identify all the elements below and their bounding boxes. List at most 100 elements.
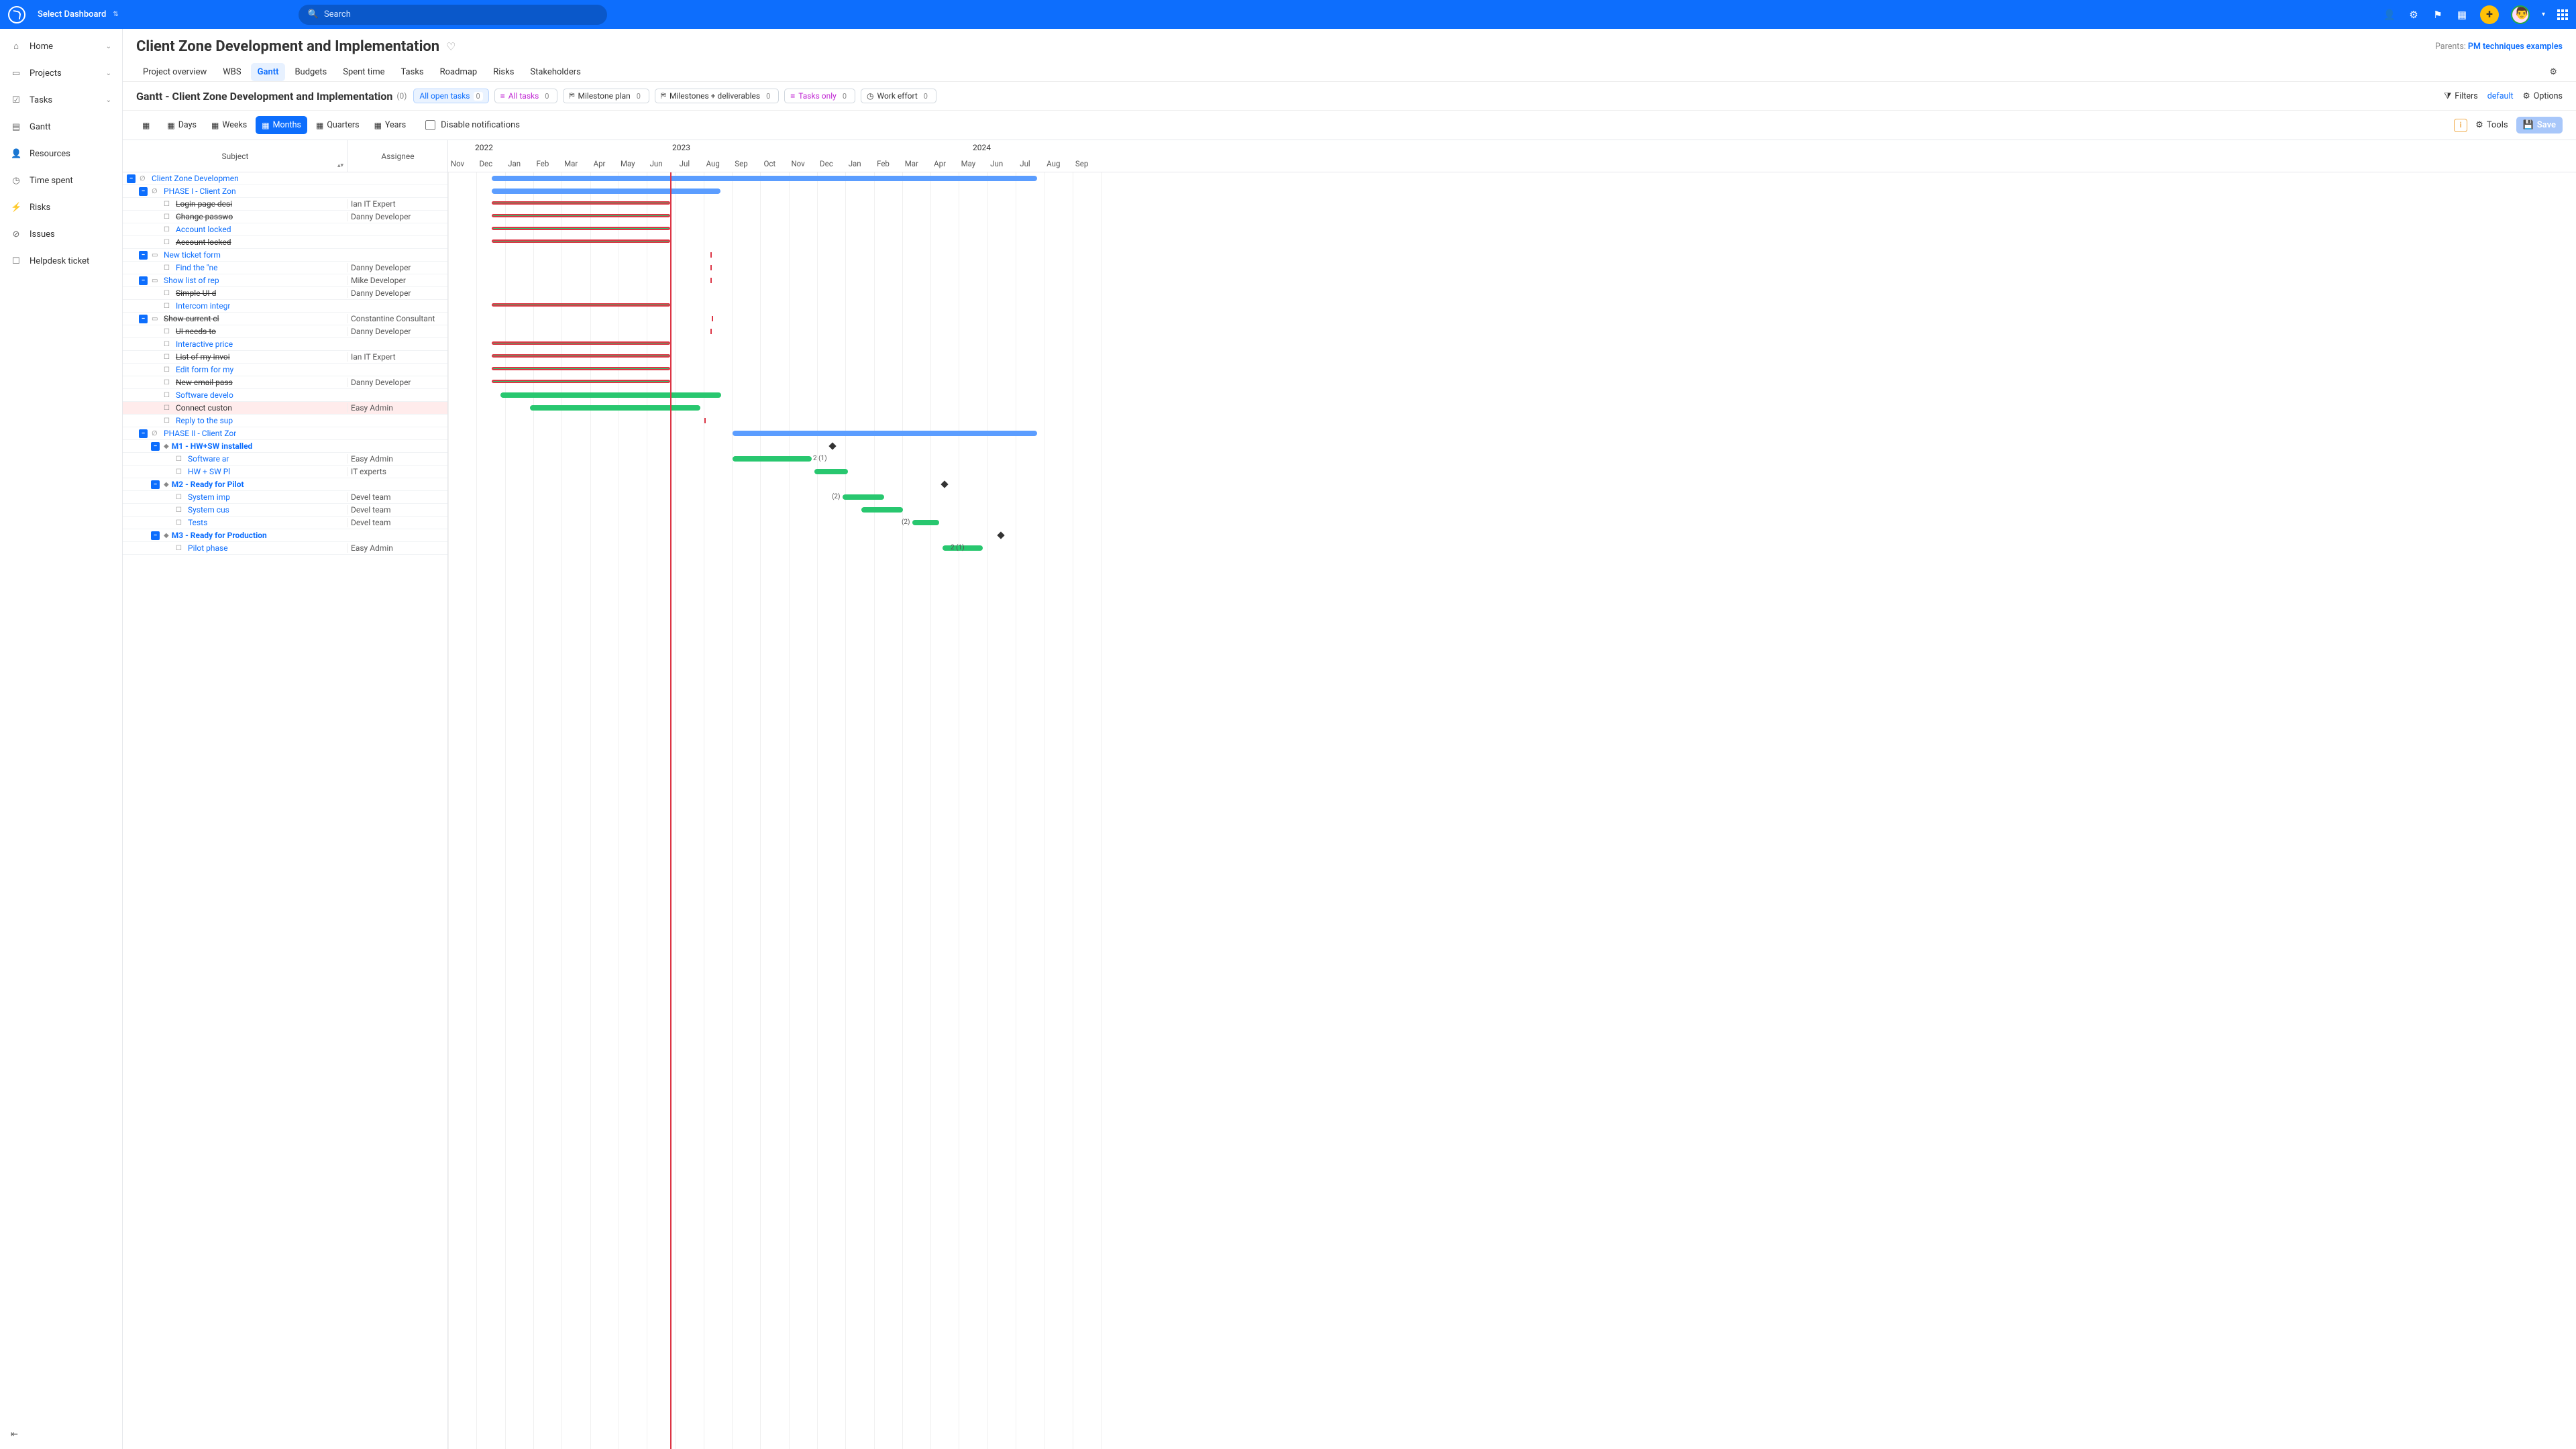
table-row[interactable]: ☐System cusDevel team xyxy=(123,504,447,517)
filter-chip[interactable]: All tasks0 xyxy=(494,89,558,103)
row-name[interactable]: System cus xyxy=(188,505,229,515)
table-row[interactable]: ☐Connect custonEasy Admin xyxy=(123,402,447,415)
table-row[interactable]: ☐Reply to the sup xyxy=(123,415,447,427)
table-row[interactable]: ☐Find the "neDanny Developer xyxy=(123,262,447,274)
row-name[interactable]: M1 - HW+SW installed xyxy=(172,441,253,451)
save-button[interactable]: 💾Save xyxy=(2516,117,2563,133)
default-link[interactable]: default xyxy=(2487,91,2514,101)
table-row[interactable]: −∅PHASE I - Client Zon xyxy=(123,185,447,198)
table-row[interactable]: −▭Show current clConstantine Consultant xyxy=(123,313,447,325)
tab-stakeholders[interactable]: Stakeholders xyxy=(523,63,587,81)
expand-toggle[interactable]: − xyxy=(151,442,160,451)
table-row[interactable]: −▭New ticket form xyxy=(123,249,447,262)
gantt-bar[interactable] xyxy=(912,520,939,525)
tab-budgets[interactable]: Budgets xyxy=(288,63,333,81)
zoom-weeks[interactable]: ▦Weeks xyxy=(205,116,253,134)
milestone-diamond[interactable] xyxy=(941,480,948,488)
table-row[interactable]: ☐Intercom integr xyxy=(123,300,447,313)
sort-icon[interactable]: ▴▾ xyxy=(337,162,343,169)
sidebar-item-helpdesk-ticket[interactable]: ☐Helpdesk ticket xyxy=(0,248,122,274)
gantt-bar[interactable] xyxy=(861,507,903,513)
table-row[interactable]: −∅PHASE II - Client Zor xyxy=(123,427,447,440)
row-name[interactable]: Edit form for my xyxy=(176,365,233,374)
row-name[interactable]: Interactive price xyxy=(176,339,233,349)
gantt-timeline[interactable]: 202220232024 NovDecJanFebMarAprMayJunJul… xyxy=(448,140,2576,1449)
table-row[interactable]: ☐Simple UI dDanny Developer xyxy=(123,287,447,300)
row-name[interactable]: Change passwo xyxy=(176,212,233,221)
table-row[interactable]: −◆M2 - Ready for Pilot xyxy=(123,478,447,491)
row-name[interactable]: M3 - Ready for Production xyxy=(172,531,267,540)
options-button[interactable]: ⚙Options xyxy=(2523,91,2563,101)
expand-toggle[interactable]: − xyxy=(139,251,148,260)
sidebar-item-issues[interactable]: ⊘Issues xyxy=(0,221,122,248)
expand-toggle[interactable]: − xyxy=(127,174,136,183)
avatar[interactable] xyxy=(2511,5,2530,24)
parents-link[interactable]: PM techniques examples xyxy=(2468,42,2563,52)
gantt-bar[interactable] xyxy=(492,176,1037,181)
milestone-diamond[interactable] xyxy=(997,531,1004,539)
expand-toggle[interactable]: − xyxy=(139,315,148,323)
expand-toggle[interactable]: − xyxy=(139,187,148,196)
table-row[interactable]: ☐Software develo xyxy=(123,389,447,402)
gantt-bar[interactable] xyxy=(492,189,720,194)
gantt-bar[interactable] xyxy=(530,405,700,411)
table-row[interactable]: ☐Login page desiIan IT Expert xyxy=(123,198,447,211)
sidebar-item-resources[interactable]: 👤Resources xyxy=(0,140,122,167)
zoom-years[interactable]: ▦Years xyxy=(368,116,413,134)
zoom-days[interactable]: ▦Days xyxy=(161,116,203,134)
table-row[interactable]: −▭Show list of repMike Developer xyxy=(123,274,447,287)
sliders-icon[interactable]: ⚙ xyxy=(2408,9,2420,21)
assignee-header[interactable]: Assignee xyxy=(381,152,414,161)
sidebar-item-home[interactable]: ⌂Home⌄ xyxy=(0,33,122,60)
sidebar-item-gantt[interactable]: ▤Gantt xyxy=(0,113,122,140)
zoom-months[interactable]: ▦Months xyxy=(256,116,307,134)
expand-toggle[interactable]: − xyxy=(151,531,160,540)
gantt-bar[interactable] xyxy=(492,367,670,370)
table-row[interactable]: ☐TestsDevel team xyxy=(123,517,447,529)
chevron-down-icon[interactable]: ▾ xyxy=(2542,11,2545,18)
app-logo[interactable] xyxy=(8,6,25,23)
row-name[interactable]: PHASE II - Client Zor xyxy=(164,429,236,438)
row-name[interactable]: HW + SW Pl xyxy=(188,467,230,476)
row-name[interactable]: Tests xyxy=(188,518,207,527)
tab-roadmap[interactable]: Roadmap xyxy=(433,63,484,81)
row-name[interactable]: Pilot phase xyxy=(188,543,228,553)
table-row[interactable]: ☐System impDevel team xyxy=(123,491,447,504)
table-row[interactable]: ☐List of my invoiIan IT Expert xyxy=(123,351,447,364)
table-row[interactable]: ☐New email passDanny Developer xyxy=(123,376,447,389)
row-name[interactable]: Login page desi xyxy=(176,199,232,209)
row-name[interactable]: M2 - Ready for Pilot xyxy=(172,480,244,489)
subject-header[interactable]: Subject xyxy=(222,152,249,161)
table-row[interactable]: ☐Account locked xyxy=(123,223,447,236)
filter-chip[interactable]: All open tasks0 xyxy=(413,89,488,103)
row-name[interactable]: UI needs to xyxy=(176,327,216,336)
gantt-bar[interactable] xyxy=(492,341,670,345)
sidebar-item-tasks[interactable]: ☑Tasks⌄ xyxy=(0,87,122,113)
heart-icon[interactable]: ♡ xyxy=(446,40,455,53)
filters-button[interactable]: ⧩Filters xyxy=(2444,91,2478,101)
table-row[interactable]: ☐Change passwoDanny Developer xyxy=(123,211,447,223)
gantt-bar[interactable] xyxy=(733,456,812,462)
expand-toggle[interactable]: − xyxy=(151,480,160,489)
sidebar-item-risks[interactable]: ⚡Risks xyxy=(0,194,122,221)
table-row[interactable]: −◆M1 - HW+SW installed xyxy=(123,440,447,453)
tab-wbs[interactable]: WBS xyxy=(216,63,248,81)
sidebar-item-projects[interactable]: ▭Projects⌄ xyxy=(0,60,122,87)
tab-spent-time[interactable]: Spent time xyxy=(336,63,391,81)
tab-risks[interactable]: Risks xyxy=(486,63,521,81)
row-name[interactable]: New email pass xyxy=(176,378,233,387)
flag-icon[interactable]: ⚑ xyxy=(2432,9,2444,21)
info-badge[interactable]: i xyxy=(2454,119,2467,132)
disable-checkbox[interactable] xyxy=(425,120,435,130)
table-row[interactable]: ☐HW + SW PlIT experts xyxy=(123,466,447,478)
disable-notifications[interactable]: Disable notifications xyxy=(425,120,520,130)
gantt-bar[interactable] xyxy=(492,201,670,205)
expand-toggle[interactable]: − xyxy=(139,429,148,438)
row-name[interactable]: Connect custon xyxy=(176,403,232,413)
row-name[interactable]: Client Zone Developmen xyxy=(152,174,239,183)
tab-project-overview[interactable]: Project overview xyxy=(136,63,213,81)
gantt-bar[interactable] xyxy=(492,380,670,383)
gantt-bar[interactable] xyxy=(492,354,670,358)
gantt-bar[interactable] xyxy=(492,214,670,217)
gantt-bar[interactable] xyxy=(492,227,670,230)
